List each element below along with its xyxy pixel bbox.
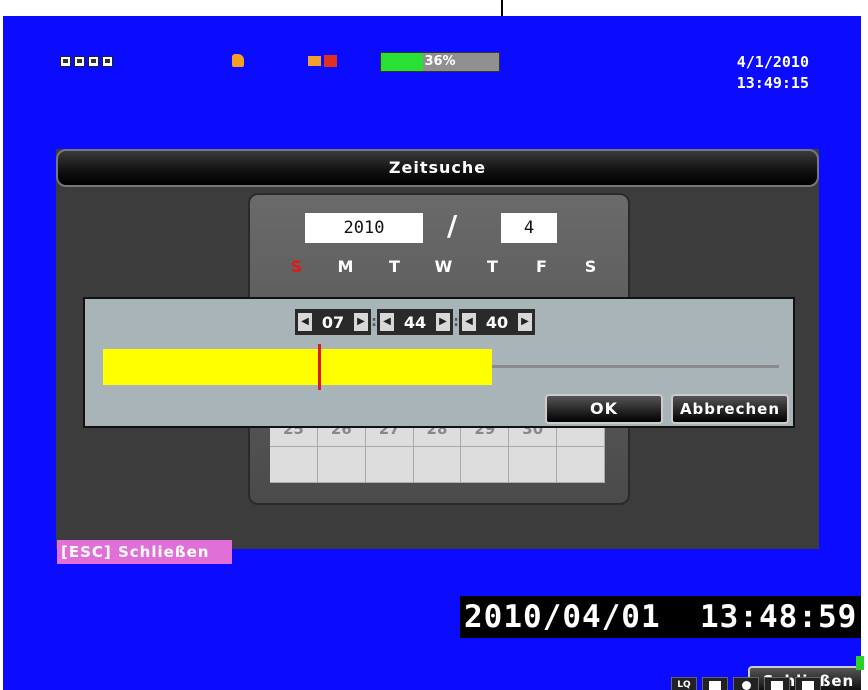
weekday-label: W: [434, 257, 453, 276]
month-field[interactable]: 4: [501, 213, 557, 243]
camera-icon: [88, 56, 99, 67]
weekday-label: T: [487, 257, 498, 276]
second-spinner[interactable]: ◀ 40 ▶: [459, 309, 535, 335]
esc-close-hint: [ESC] Schließen: [57, 540, 232, 564]
bottom-toolbar: LQ: [671, 677, 821, 690]
arrow-left-icon[interactable]: ◀: [298, 313, 312, 331]
minute-spinner[interactable]: ◀ 44 ▶: [377, 309, 453, 335]
weekday-label: F: [536, 257, 547, 276]
weekday-label: T: [389, 257, 400, 276]
hour-spinner[interactable]: ◀ 07 ▶: [295, 309, 371, 335]
hdd-usage-label: 36%: [424, 54, 456, 69]
window-icon[interactable]: [702, 677, 728, 690]
camera-icon: [60, 56, 71, 67]
time-spinners: ◀ 07 ▶ : ◀ 44 ▶ : ◀ 40 ▶: [295, 309, 535, 335]
calendar-day-empty: [365, 447, 414, 483]
system-clock: 4/1/2010 13:49:15: [737, 52, 809, 94]
date-separator: /: [447, 209, 458, 242]
calendar-day-empty: [509, 447, 558, 483]
camera-channels: [60, 56, 113, 67]
camera-icon: [74, 56, 85, 67]
timeline-recorded-segment[interactable]: [103, 349, 492, 385]
arrow-right-icon[interactable]: ▶: [354, 313, 368, 331]
camera-icon: [102, 56, 113, 67]
calendar-day-empty: [461, 447, 510, 483]
minute-value: 44: [403, 312, 427, 332]
arrow-left-icon[interactable]: ◀: [462, 313, 476, 331]
status-indicator: [856, 656, 864, 670]
hour-value: 07: [321, 312, 345, 332]
year-field[interactable]: 2010: [305, 213, 423, 243]
weekday-label: S: [290, 257, 303, 276]
ok-button[interactable]: OK: [545, 394, 663, 424]
hand-icon: [232, 54, 244, 67]
system-date: 4/1/2010: [736, 53, 809, 71]
dvr-screen: 36% 4/1/2010 13:49:15 Zeitsuche 2010 / 4…: [3, 16, 861, 690]
weekday-header: S M T W T F S: [272, 257, 618, 276]
cancel-button[interactable]: Abbrechen: [671, 394, 789, 424]
snapshot-icon[interactable]: [764, 677, 790, 690]
alarm-icon: [308, 55, 339, 67]
record-icon[interactable]: [733, 677, 759, 690]
arrow-right-icon[interactable]: ▶: [436, 313, 450, 331]
time-picker-popup: ◀ 07 ▶ : ◀ 44 ▶ : ◀ 40 ▶ OK Abbrechen: [83, 297, 795, 428]
arrow-left-icon[interactable]: ◀: [380, 313, 394, 331]
calendar-day-empty: [270, 447, 318, 483]
hdd-usage-bar: 36%: [380, 52, 500, 72]
top-divider: [501, 0, 503, 16]
calendar-day-empty: [557, 447, 605, 483]
system-time: 13:49:15: [736, 74, 809, 92]
calendar-day-empty: [317, 447, 366, 483]
quality-icon[interactable]: LQ: [671, 677, 697, 690]
playback-datetime: 2010/04/01 13:48:59: [460, 596, 861, 638]
weekday-label: M: [337, 257, 354, 276]
calendar-day-empty: [413, 447, 462, 483]
timeline-cursor[interactable]: [318, 344, 321, 390]
video-camera-icon[interactable]: [795, 677, 821, 690]
second-value: 40: [485, 312, 509, 332]
arrow-right-icon[interactable]: ▶: [518, 313, 532, 331]
weekday-label: S: [584, 257, 597, 276]
dialog-title: Zeitsuche: [56, 149, 819, 187]
